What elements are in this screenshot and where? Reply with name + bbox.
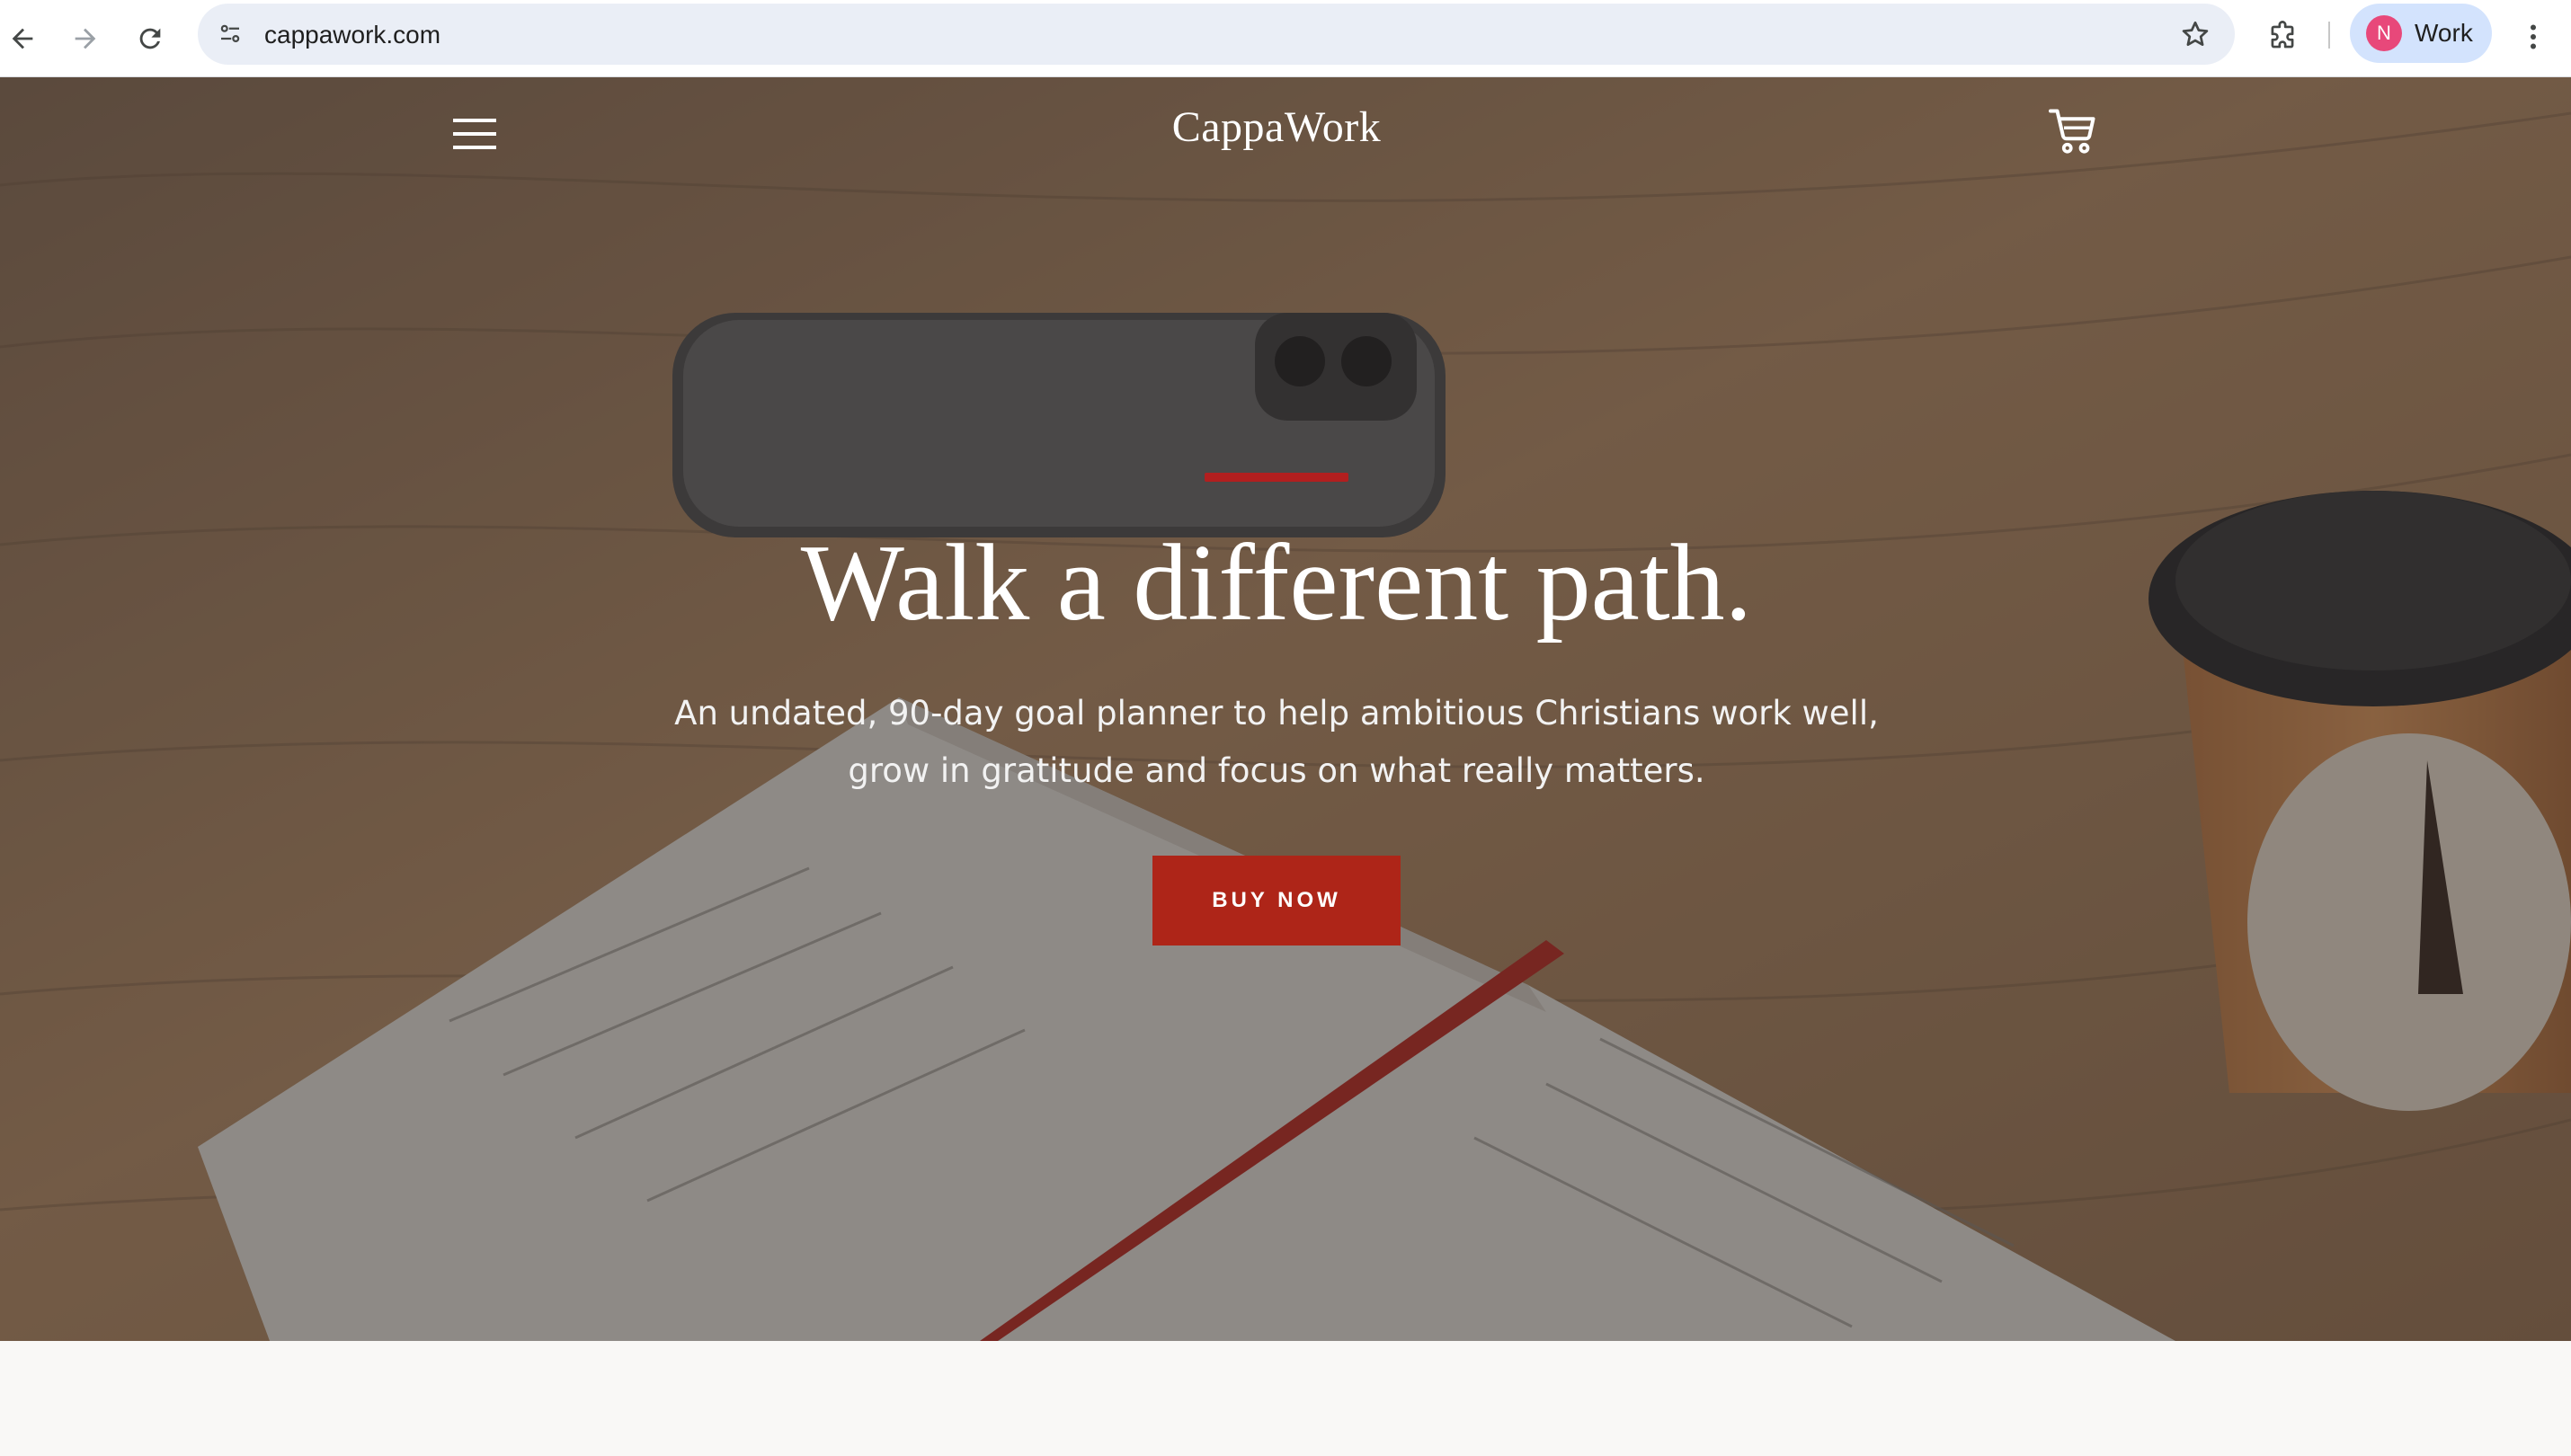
browser-menu-button[interactable] bbox=[2515, 16, 2551, 58]
reload-button[interactable] bbox=[128, 16, 173, 61]
below-hero-section bbox=[0, 1341, 2571, 1456]
profile-button[interactable]: N Work bbox=[2350, 4, 2492, 63]
headline-accent-bar bbox=[1205, 473, 1348, 482]
back-arrow-icon bbox=[12, 28, 33, 49]
extensions-button[interactable] bbox=[2262, 16, 2303, 58]
site-info-icon bbox=[220, 24, 240, 42]
hero-subtext-line-2: grow in gratitude and focus on what real… bbox=[848, 751, 1705, 790]
hamburger-menu-icon[interactable] bbox=[451, 113, 498, 155]
address-bar[interactable]: cappawork.com bbox=[198, 4, 2235, 65]
reload-icon bbox=[139, 28, 161, 49]
profile-avatar: N bbox=[2366, 15, 2402, 51]
buy-now-button[interactable]: BUY NOW bbox=[1152, 856, 1401, 946]
hero-headline: Walk a different path. bbox=[800, 522, 1753, 644]
hero-subtext-line-1: An undated, 90-day goal planner to help … bbox=[674, 694, 1879, 732]
forward-button[interactable] bbox=[63, 16, 108, 61]
forward-arrow-icon bbox=[75, 28, 96, 49]
hero-subtext: An undated, 90-day goal planner to help … bbox=[575, 685, 1978, 800]
profile-name: Work bbox=[2415, 19, 2473, 47]
extensions-icon bbox=[2271, 21, 2294, 49]
browser-toolbar: cappawork.com N Work bbox=[0, 0, 2571, 77]
site-logo[interactable]: CappaWork bbox=[1106, 102, 1447, 152]
shopping-cart-icon[interactable] bbox=[2046, 104, 2100, 158]
hero-section: CappaWork Walk a different path. An unda… bbox=[0, 77, 2571, 1341]
back-button[interactable] bbox=[0, 16, 45, 61]
url-text[interactable]: cappawork.com bbox=[264, 21, 440, 49]
bookmark-star-icon[interactable] bbox=[2179, 18, 2211, 50]
toolbar-divider bbox=[2328, 22, 2330, 49]
more-menu-icon bbox=[2531, 24, 2536, 49]
site-info-button[interactable] bbox=[214, 18, 246, 50]
